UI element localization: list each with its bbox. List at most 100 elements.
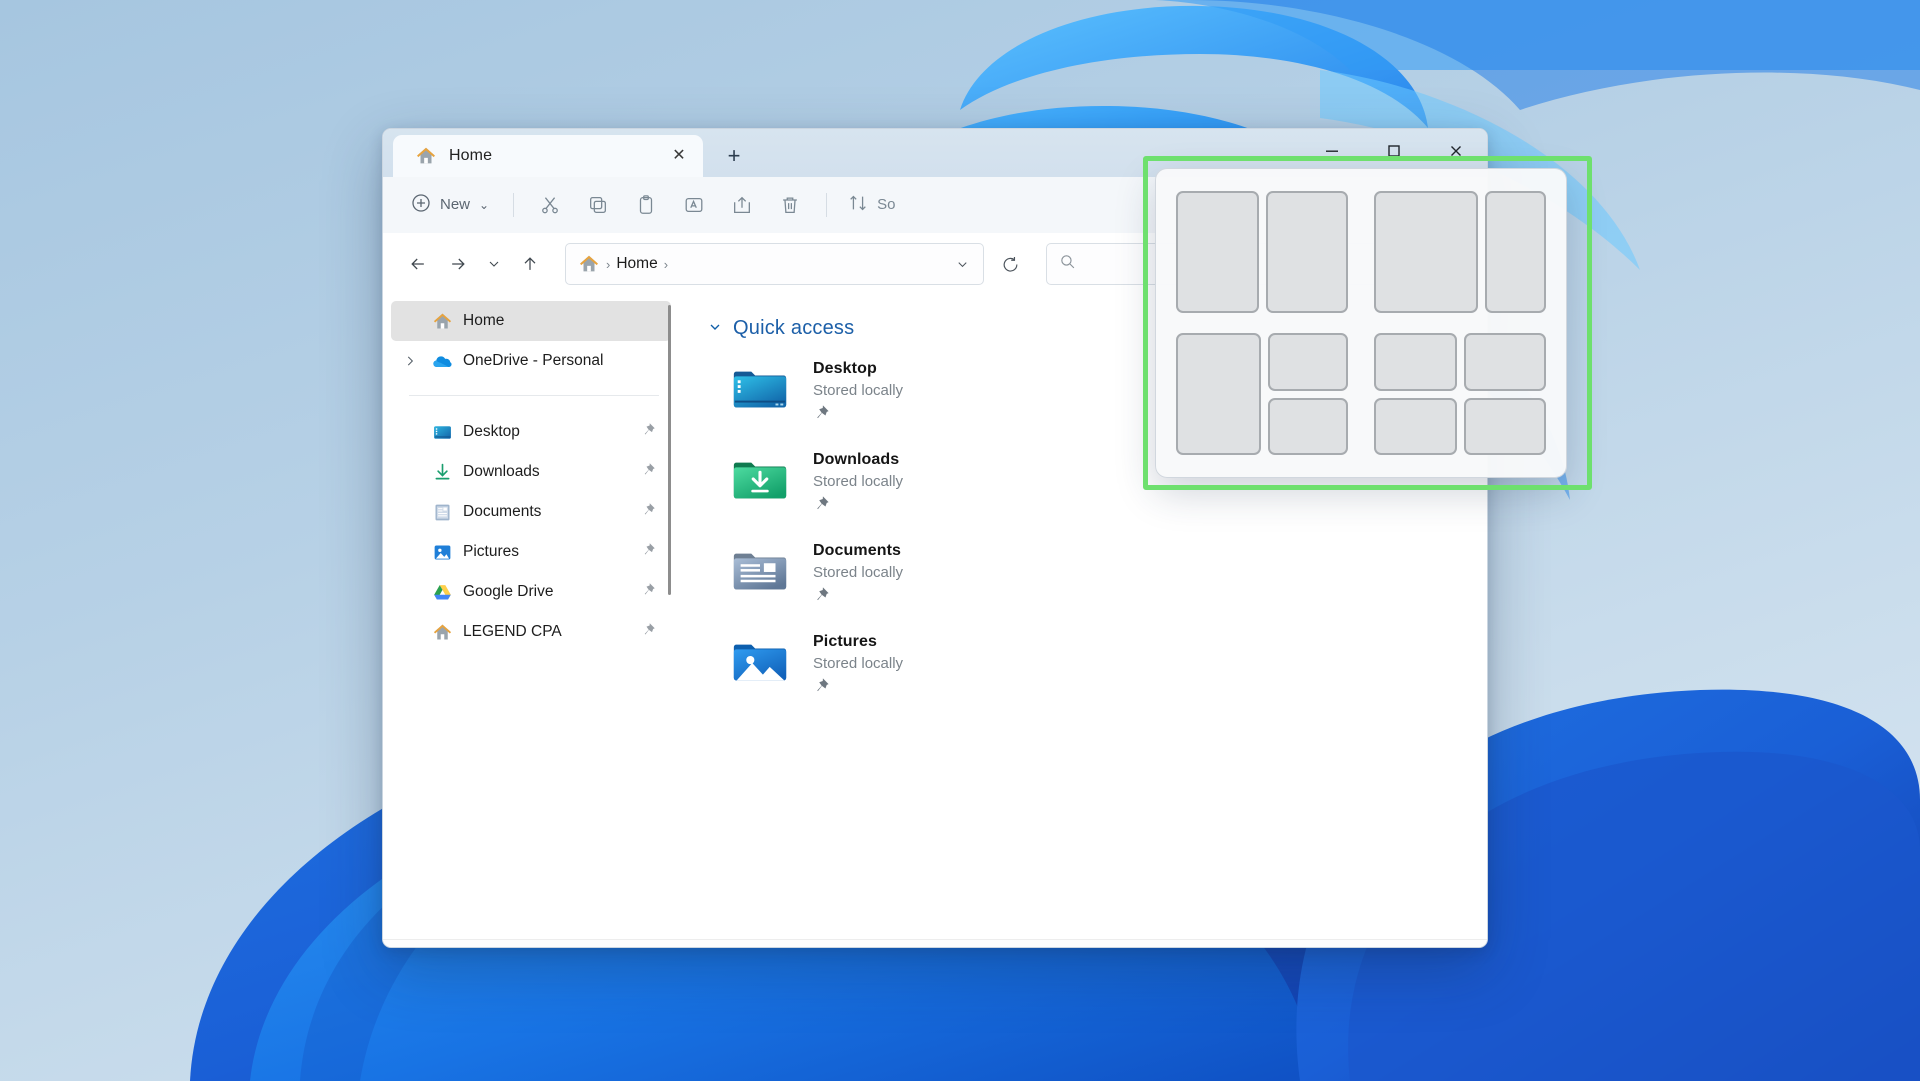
home-icon — [431, 310, 453, 332]
quick-access-item-meta: Pictures Stored locally — [813, 627, 903, 699]
snap-pane[interactable] — [1267, 333, 1348, 391]
large-icons-view-icon[interactable] — [1431, 948, 1465, 949]
home-icon — [578, 253, 600, 275]
details-view-icon[interactable] — [1391, 948, 1425, 949]
downloads-folder-icon — [729, 449, 791, 511]
sidebar-item-downloads[interactable]: › Downloads — [391, 452, 671, 492]
desktop-folder-icon — [729, 358, 791, 420]
home-icon — [431, 621, 453, 643]
pin-icon[interactable] — [813, 586, 903, 608]
chevron-down-icon: ⌄ — [479, 197, 490, 212]
new-button[interactable]: New ⌄ — [401, 187, 499, 223]
sidebar-scrollbar[interactable] — [668, 305, 671, 595]
pin-icon[interactable] — [641, 462, 663, 482]
chevron-right-icon[interactable] — [399, 354, 421, 368]
navigation-pane: › Home — [383, 295, 679, 939]
sidebar-item-legend-cpa[interactable]: › LEGEND CPA — [391, 612, 671, 652]
item-subtitle: Stored locally — [813, 564, 904, 581]
sidebar-item-onedrive[interactable]: OneDrive - Personal — [391, 341, 671, 381]
chevron-down-icon[interactable] — [707, 319, 723, 338]
downloads-folder-icon — [431, 461, 453, 483]
sidebar-item-pictures[interactable]: › Pictures — [391, 532, 671, 572]
close-window-button[interactable] — [1425, 129, 1487, 173]
paste-button[interactable] — [624, 186, 668, 224]
rename-button[interactable] — [672, 186, 716, 224]
sidebar-item-label: Pictures — [463, 543, 519, 560]
snap-pane[interactable] — [1374, 397, 1457, 455]
delete-button[interactable] — [768, 186, 812, 224]
breadcrumb[interactable]: › Home › — [565, 243, 984, 285]
snap-pane[interactable] — [1374, 333, 1457, 391]
pin-icon[interactable] — [813, 677, 903, 699]
snap-layout-left-full-right-stacked[interactable] — [1176, 333, 1348, 455]
sidebar-item-label: Downloads — [463, 463, 540, 480]
sidebar-item-label: LEGEND CPA — [463, 623, 562, 640]
snap-pane[interactable] — [1463, 397, 1546, 455]
close-tab-icon[interactable]: ✕ — [665, 142, 693, 170]
quick-access-title: Quick access — [733, 317, 855, 339]
onedrive-icon — [431, 350, 453, 372]
back-button[interactable] — [399, 245, 437, 283]
snap-pane[interactable] — [1267, 397, 1348, 455]
pin-icon[interactable] — [641, 542, 663, 562]
sidebar-item-label: Documents — [463, 503, 542, 520]
item-subtitle: Stored locally — [813, 655, 904, 672]
sidebar-item-desktop[interactable]: › Desktop — [391, 412, 671, 452]
pictures-folder-icon — [729, 631, 791, 693]
snap-layout-two-equal-columns[interactable] — [1176, 191, 1348, 313]
pin-icon[interactable] — [641, 422, 663, 442]
minimize-button[interactable] — [1301, 129, 1363, 173]
snap-pane[interactable] — [1484, 191, 1546, 313]
quick-access-item-pictures[interactable]: Pictures Stored locally — [707, 627, 1487, 718]
recent-locations-button[interactable] — [479, 245, 509, 283]
copy-button[interactable] — [576, 186, 620, 224]
cut-button[interactable] — [528, 186, 572, 224]
snap-layout-wide-left-narrow-right[interactable] — [1374, 191, 1546, 313]
item-subtitle: Stored locally — [813, 473, 904, 490]
sidebar-item-label: Desktop — [463, 423, 520, 440]
sidebar-item-home[interactable]: › Home — [391, 301, 671, 341]
item-name: Documents — [813, 542, 902, 559]
google-drive-icon — [431, 581, 453, 603]
item-name: Pictures — [813, 633, 877, 650]
pin-icon[interactable] — [813, 404, 903, 426]
desktop-folder-icon — [431, 421, 453, 443]
window-controls — [1301, 129, 1487, 173]
pin-icon[interactable] — [641, 502, 663, 522]
sidebar-item-label: Google Drive — [463, 583, 554, 600]
sidebar-item-label: Home — [463, 312, 505, 329]
snap-pane[interactable] — [1176, 191, 1259, 313]
up-button[interactable] — [511, 245, 549, 283]
sort-button[interactable]: So — [841, 187, 903, 223]
item-name: Desktop — [813, 360, 877, 377]
search-icon — [1059, 253, 1076, 275]
tab-home[interactable]: Home ✕ — [393, 135, 703, 177]
share-button[interactable] — [720, 186, 764, 224]
forward-button[interactable] — [439, 245, 477, 283]
snap-pane[interactable] — [1176, 333, 1261, 455]
sidebar-item-label: OneDrive - Personal — [463, 352, 604, 369]
quick-access-item-meta: Desktop Stored locally — [813, 354, 903, 426]
sidebar-item-google-drive[interactable]: › Google Drive — [391, 572, 671, 612]
documents-folder-icon — [431, 501, 453, 523]
pin-icon[interactable] — [641, 622, 663, 642]
refresh-button[interactable] — [990, 244, 1030, 284]
snap-pane[interactable] — [1463, 333, 1546, 391]
sidebar-item-documents[interactable]: › Documents — [391, 492, 671, 532]
desktop: Home ✕ + New ⌄ So › Home › Home OneDrive… — [0, 0, 1920, 1081]
breadcrumb-current[interactable]: Home — [616, 255, 657, 273]
snap-pane[interactable] — [1265, 191, 1348, 313]
new-tab-button[interactable]: + — [715, 139, 753, 173]
home-icon — [415, 145, 437, 167]
snap-layout-four-quadrant-grid[interactable] — [1374, 333, 1546, 455]
breadcrumb-dropdown-icon[interactable] — [947, 247, 977, 281]
sort-label: So — [877, 196, 896, 213]
pin-icon[interactable] — [641, 582, 663, 602]
pin-icon[interactable] — [813, 495, 903, 517]
maximize-button[interactable] — [1363, 129, 1425, 173]
toolbar-separator — [513, 192, 515, 217]
quick-access-item-documents[interactable]: Documents Stored locally — [707, 536, 1487, 627]
sort-icon — [847, 192, 869, 218]
snap-pane[interactable] — [1374, 191, 1478, 313]
snap-layouts-flyout — [1155, 168, 1567, 478]
